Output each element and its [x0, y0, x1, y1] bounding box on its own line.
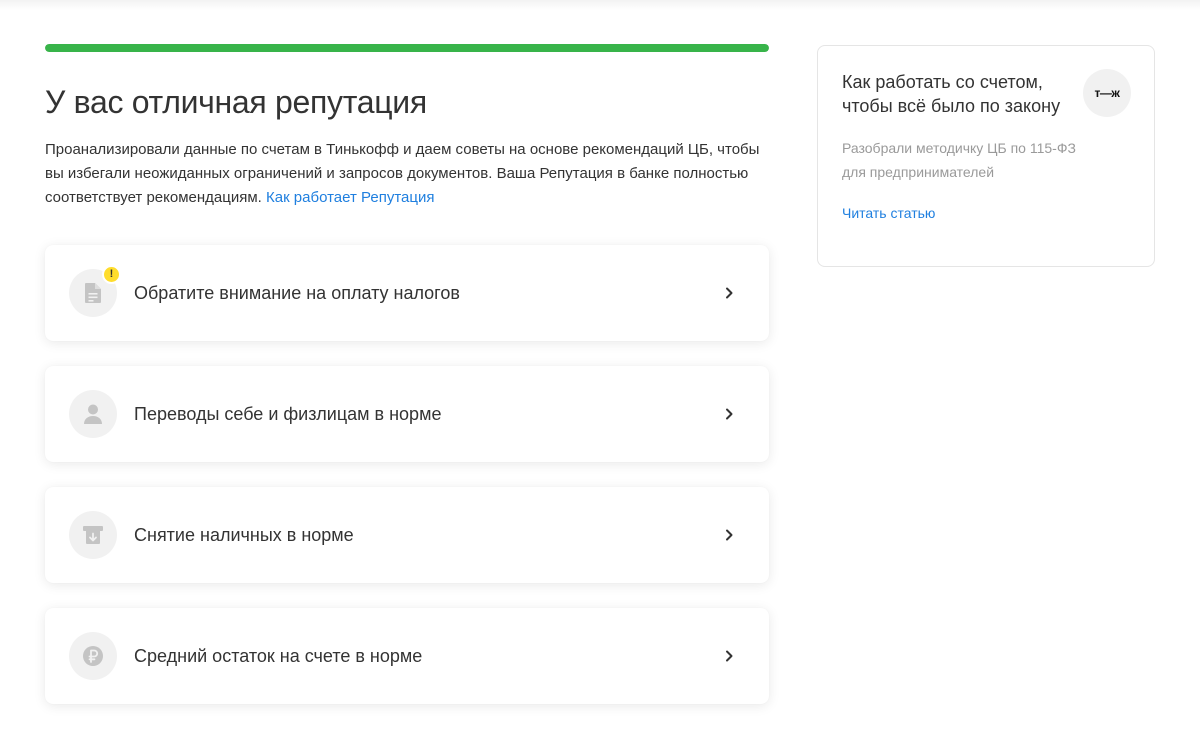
card-transfers[interactable]: Переводы себе и физлицам в норме	[45, 366, 769, 462]
reputation-main: У вас отличная репутация Проанализировал…	[45, 44, 769, 729]
card-label: Снятие наличных в норме	[134, 525, 354, 545]
card-label: Средний остаток на счете в норме	[134, 646, 423, 666]
tj-logo-text: т—ж	[1094, 86, 1120, 100]
card-average-balance[interactable]: Средний остаток на счете в норме	[45, 608, 769, 704]
article-description: Разобрали методичку ЦБ по 115-ФЗ для пре…	[842, 140, 1076, 180]
ruble-icon	[69, 632, 117, 680]
warning-badge-icon: !	[102, 265, 121, 284]
card-label: Переводы себе и физлицам в норме	[134, 404, 442, 424]
header-shadow	[0, 0, 1200, 10]
chevron-right-icon	[726, 287, 733, 299]
card-tax-payment[interactable]: ! Обратите внимание на оплату налогов	[45, 245, 769, 341]
person-icon	[69, 390, 117, 438]
chevron-right-icon	[726, 650, 733, 662]
chevron-right-icon	[726, 408, 733, 420]
page-title: У вас отличная репутация	[45, 84, 427, 120]
reputation-checks-list: ! Обратите внимание на оплату налогов Пе…	[45, 245, 769, 704]
card-cash-withdrawal[interactable]: Снятие наличных в норме	[45, 487, 769, 583]
article-promo-card[interactable]: Как работать со счетом, чтобы всё было п…	[817, 45, 1155, 267]
read-article-link[interactable]: Читать статью	[842, 201, 935, 225]
how-reputation-works-link[interactable]: Как работает Репутация	[266, 189, 434, 206]
page-description: Проанализировали данные по счетам в Тинь…	[45, 138, 769, 210]
card-label: Обратите внимание на оплату налогов	[134, 283, 460, 303]
cash-withdrawal-icon	[69, 511, 117, 559]
reputation-progress-fill	[45, 44, 769, 52]
tj-logo-icon: т—ж	[1083, 69, 1131, 117]
chevron-right-icon	[726, 529, 733, 541]
reputation-progress-bar	[45, 44, 769, 52]
article-title: Как работать со счетом, чтобы всё было п…	[842, 72, 1061, 116]
